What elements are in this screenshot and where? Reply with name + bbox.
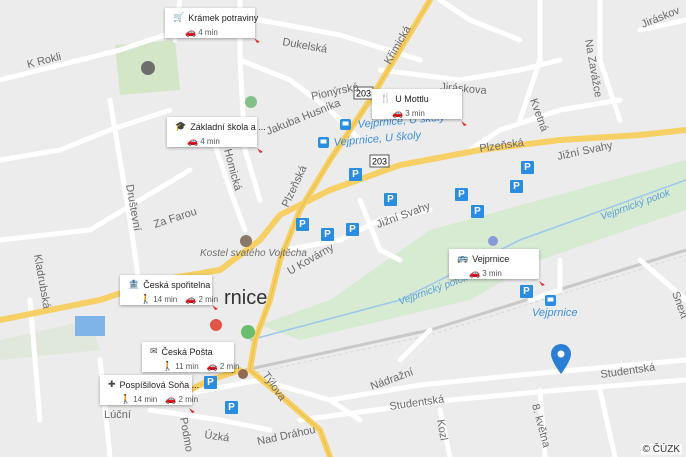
- parking-icon[interactable]: P: [471, 205, 484, 218]
- travel-time: 3 min: [405, 109, 425, 118]
- parking-icon[interactable]: P: [204, 376, 217, 389]
- poi-label: Kostel svatého Vojtěcha: [200, 248, 307, 259]
- copyright-notice: © ČÚZK: [640, 444, 682, 455]
- poi-card-title: Krámek potraviny: [188, 12, 259, 23]
- poi-card[interactable]: ✚ Pospíšilová Soňa ... 🚶 14 min 🚗 2 min: [100, 375, 199, 405]
- parking-icon[interactable]: P: [384, 193, 397, 206]
- road-shield: 203: [369, 154, 390, 168]
- travel-time: 14 min: [133, 395, 158, 404]
- travel-time: 4 min: [200, 137, 220, 146]
- car-icon: 🚗: [206, 361, 218, 371]
- poi-card-title: Česká Pošta: [161, 346, 213, 357]
- parking-icon[interactable]: P: [296, 218, 309, 231]
- poi-card-title: Pospíšilová Soňa ...: [119, 379, 200, 390]
- poi-card-title: U Mottlu: [395, 93, 429, 104]
- pond: [75, 316, 105, 336]
- fire-station-icon[interactable]: [210, 319, 222, 331]
- bus-stop-icon[interactable]: [318, 137, 329, 148]
- poi-card-title: Základní škola a ...: [190, 121, 266, 132]
- school-icon: 🎓: [175, 121, 187, 131]
- restaurant-icon: 🍴: [380, 93, 392, 103]
- poi-card[interactable]: 🎓 Základní škola a ... 🚗 4 min: [167, 117, 266, 147]
- town-label: rnice: [224, 287, 267, 309]
- car-icon: 🚗: [469, 268, 481, 278]
- stop-label[interactable]: Vejprnice: [532, 307, 577, 319]
- post-office-icon[interactable]: [238, 369, 248, 379]
- poi-card-title: Vejprnice: [472, 253, 510, 264]
- parking-icon[interactable]: P: [225, 401, 238, 414]
- bus-stop-icon[interactable]: [545, 295, 556, 306]
- parking-icon[interactable]: P: [520, 285, 533, 298]
- walk-icon: 🚶: [162, 361, 174, 371]
- parking-icon[interactable]: P: [346, 223, 359, 236]
- parking-icon[interactable]: P: [521, 161, 534, 174]
- travel-time: 4 min: [198, 28, 218, 37]
- sport-icon[interactable]: [245, 96, 257, 108]
- travel-time: 2 min: [198, 295, 219, 304]
- street-label: Lúční: [104, 409, 131, 421]
- car-icon: 🚗: [185, 294, 197, 304]
- travel-time: 2 min: [178, 395, 199, 404]
- parking-icon[interactable]: P: [510, 180, 523, 193]
- post-icon: ✉: [150, 346, 158, 356]
- poi-card[interactable]: 🛒 Krámek potraviny 🚗 4 min: [165, 8, 259, 38]
- travel-time: 14 min: [153, 295, 178, 304]
- car-icon: 🚗: [187, 136, 199, 146]
- parking-icon[interactable]: P: [455, 188, 468, 201]
- walk-icon: 🚶: [140, 294, 152, 304]
- museum-icon[interactable]: [141, 61, 155, 75]
- parking-icon[interactable]: P: [321, 228, 334, 241]
- bus-icon: 🚌: [457, 253, 469, 263]
- poi-card[interactable]: 🏦 Česká spořitelna 🚶 14 min 🚗 2 min: [120, 275, 218, 305]
- car-icon: 🚗: [392, 108, 404, 118]
- poi-card[interactable]: 🚌 Vejprnice 🚗 3 min: [449, 249, 539, 279]
- park-icon[interactable]: [241, 325, 255, 339]
- walk-icon: 🚶: [120, 394, 132, 404]
- medical-icon: ✚: [108, 379, 116, 389]
- accessibility-icon[interactable]: [488, 236, 498, 246]
- parking-icon[interactable]: P: [349, 168, 362, 181]
- poi-card[interactable]: ✉ Česká Pošta 🚶 11 min 🚗 2 min: [142, 342, 239, 372]
- car-icon: 🚗: [185, 27, 197, 37]
- church-icon[interactable]: [240, 235, 252, 247]
- poi-card-title: Česká spořitelna: [143, 279, 211, 290]
- bus-stop-icon[interactable]: [340, 119, 351, 130]
- travel-time: 11 min: [175, 362, 199, 371]
- bank-icon: 🏦: [128, 279, 140, 289]
- poi-card[interactable]: 🍴 U Mottlu 🚗 3 min: [372, 89, 462, 119]
- travel-time: 2 min: [219, 362, 240, 371]
- cart-icon: 🛒: [173, 12, 185, 22]
- svg-text:203: 203: [372, 157, 387, 167]
- travel-time: 3 min: [482, 269, 502, 278]
- car-icon: 🚗: [165, 394, 177, 404]
